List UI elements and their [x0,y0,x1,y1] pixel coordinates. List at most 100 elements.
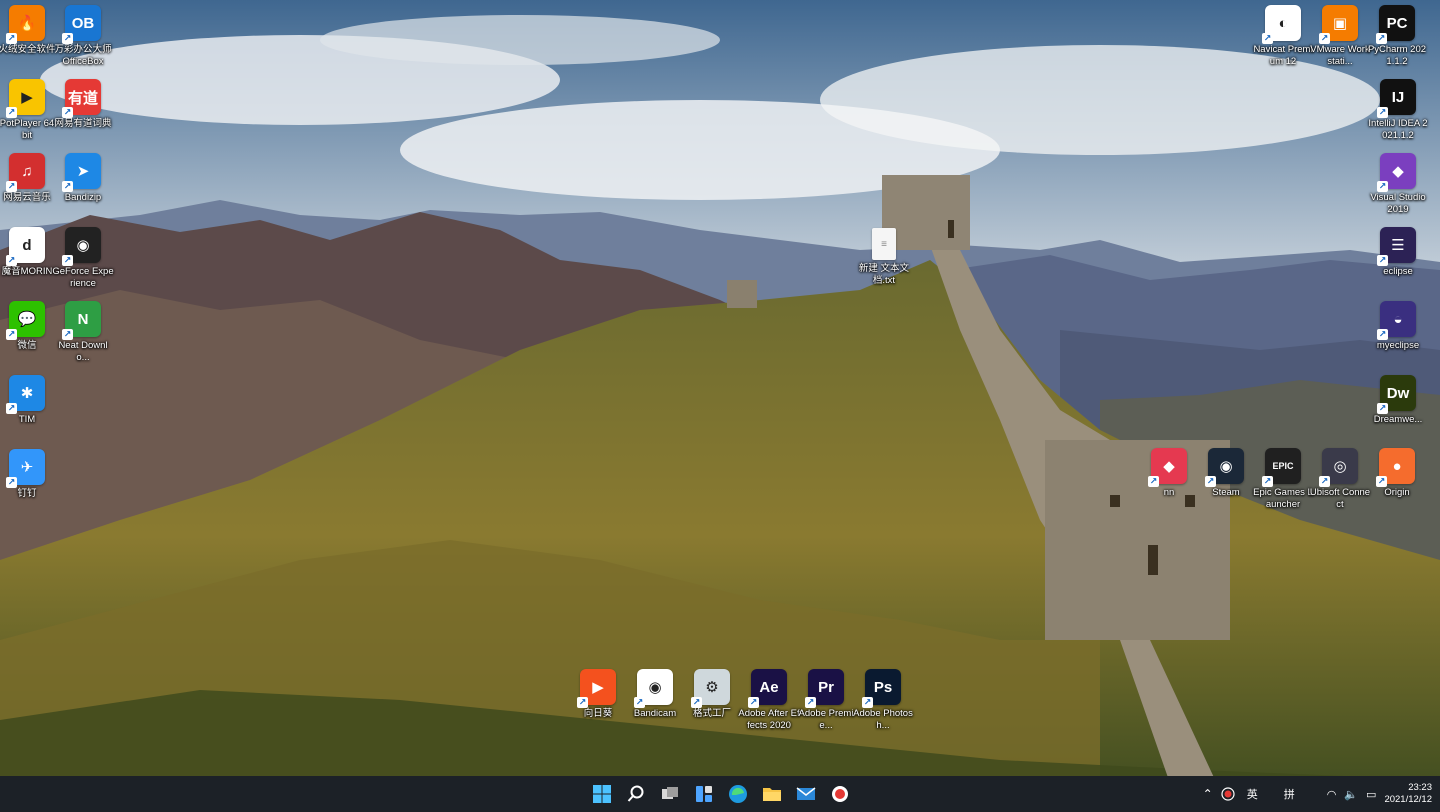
shortcut-arrow-icon: ↗ [1376,476,1387,487]
epic-games-icon: EPIC ↗ [1262,448,1301,487]
bandicam-taskbar-button[interactable] [826,780,854,808]
premiere-shortcut[interactable]: Pr ↗ Adobe Premie... [797,669,855,732]
shortcut-label: nn [1163,487,1175,498]
icon-glyph: ▶ [21,89,33,106]
clock[interactable]: 23:23 2021/12/12 [1384,782,1432,806]
navicat-shortcut[interactable]: ◐ ↗ Navicat Premium 12 [1253,5,1313,68]
ime-language[interactable]: 英 [1247,786,1258,802]
chevron-up-icon[interactable]: ⌃ [1203,787,1213,801]
volume-icon[interactable]: 🔈 [1344,788,1358,801]
battery-icon[interactable]: ▭ [1366,788,1376,801]
shortcut-arrow-icon: ↗ [634,697,645,708]
widgets-button[interactable] [690,780,718,808]
steam-shortcut[interactable]: ◉ ↗ Steam [1197,448,1255,499]
shortcut-label: Bandizip [64,192,102,203]
task-view-button[interactable] [656,780,684,808]
icon-glyph: ◉ [1219,458,1233,475]
morin-shortcut[interactable]: d ↗ 魔音MORIN [0,227,56,278]
text-file-label: 新建 文本文 档.txt [858,263,910,286]
eclipse-shortcut[interactable]: ☰ ↗ eclipse [1369,227,1427,278]
shortcut-arrow-icon: ↗ [62,107,73,118]
shortcut-arrow-icon: ↗ [1262,33,1273,44]
tim-shortcut[interactable]: ✱ ↗ TIM [0,375,56,426]
shortcut-arrow-icon: ↗ [6,403,17,414]
shortcut-arrow-icon: ↗ [62,255,73,266]
shortcut-label: VMware Workstati... [1310,44,1370,67]
shortcut-label: 火绒安全软件 [0,44,56,55]
mail-icon [796,787,816,800]
wifi-icon[interactable]: ◠ [1327,788,1337,801]
shortcut-arrow-icon: ↗ [1377,329,1388,340]
geforce-icon: ◉ ↗ [62,227,101,266]
icon-glyph: N [77,310,89,328]
officebox-shortcut[interactable]: OB ↗ 万彩办公大师 OfficeBox [54,5,112,68]
shortcut-arrow-icon: ↗ [1377,181,1388,192]
text-file-shortcut[interactable]: ≡ 新建 文本文 档.txt [855,228,913,287]
ubisoft-shortcut[interactable]: ◎ ↗ Ubisoft Connect [1310,448,1370,511]
icon-glyph: ◉ [76,237,90,254]
clock-date: 2021/12/12 [1384,794,1432,805]
bandizip-shortcut[interactable]: ➤ ↗ Bandizip [54,153,112,204]
after-effects-shortcut[interactable]: Ae ↗ Adobe After Effects 2020 [738,669,800,732]
bandicam-shortcut[interactable]: ◉ ↗ Bandicam [626,669,684,720]
ime-mode[interactable]: 拼 [1284,786,1295,802]
netease-music-shortcut[interactable]: ♫ ↗ 网易云音乐 [0,153,56,204]
task-view-icon [662,787,678,799]
icon-glyph: ◒ [1393,310,1403,328]
huorong-icon: 🔥 ↗ [6,5,45,44]
icon-glyph: OB [71,14,95,32]
edge-icon [729,785,747,803]
origin-shortcut[interactable]: ● ↗ Origin [1368,448,1426,499]
icon-glyph: ◐ [1278,14,1288,32]
neat-download-shortcut[interactable]: N ↗ Neat Downlo... [54,301,112,364]
system-tray: ⌃ 英 拼 ◠ 🔈 ▭ 23:23 2021/12/12 [1203,776,1432,812]
shortcut-arrow-icon: ↗ [62,181,73,192]
pycharm-icon: PC ↗ [1376,5,1415,44]
potplayer-shortcut[interactable]: ▶ ↗ PotPlayer 64 bit [0,79,56,142]
shortcut-label: 微信 [17,340,37,351]
record-icon [832,786,848,802]
geforce-shortcut[interactable]: ◉ ↗ GeForce Experience [52,227,114,290]
shortcut-label: 格式工厂 [692,708,731,719]
huorong-shortcut[interactable]: 🔥 ↗ 火绒安全软件 [0,5,56,56]
pycharm-shortcut[interactable]: PC ↗ PyCharm 2021.1.2 [1368,5,1426,68]
steam-icon: ◉ ↗ [1205,448,1244,487]
shortcut-label: Neat Downlo... [58,340,108,363]
icon-glyph: ♫ [21,162,33,180]
wechat-shortcut[interactable]: 💬 ↗ 微信 [0,301,56,352]
search-button[interactable] [622,780,650,808]
bandicam-icon: ◉ ↗ [634,669,673,708]
netease-music-icon: ♫ ↗ [6,153,45,192]
sunlogin-shortcut[interactable]: ▶ ↗ 向日葵 [569,669,627,720]
edge-button[interactable] [724,780,752,808]
icon-glyph: 💬 [17,311,37,328]
icon-glyph: ✈ [20,459,34,476]
shortcut-label: 网易云音乐 [3,192,51,203]
shortcut-label: eclipse [1383,266,1413,277]
myeclipse-shortcut[interactable]: ◒ ↗ myeclipse [1369,301,1427,352]
shortcut-arrow-icon: ↗ [1205,476,1216,487]
nn-shortcut[interactable]: ◆ ↗ nn [1140,448,1198,499]
intellij-shortcut[interactable]: IJ ↗ IntelliJ IDEA 2021.1.2 [1368,79,1428,142]
mail-button[interactable] [792,780,820,808]
sunlogin-icon: ▶ ↗ [577,669,616,708]
file-explorer-button[interactable] [758,780,786,808]
dingtalk-shortcut[interactable]: ✈ ↗ 钉钉 [0,449,56,500]
youdao-shortcut[interactable]: 有道 ↗ 网易有道词典 [54,79,112,130]
epic-games-shortcut[interactable]: EPIC ↗ Epic Games Launcher [1253,448,1313,511]
shortcut-label: Adobe After Effects 2020 [738,708,800,731]
shortcut-arrow-icon: ↗ [62,329,73,340]
origin-icon: ● ↗ [1376,448,1415,487]
shortcut-arrow-icon: ↗ [6,255,17,266]
shortcut-label: PyCharm 2021.1.2 [1367,44,1427,67]
icon-glyph: Ae [759,678,779,696]
visual-studio-shortcut[interactable]: ◆ ↗ Visual Studio 2019 [1369,153,1427,216]
vmware-shortcut[interactable]: ▣ ↗ VMware Workstati... [1310,5,1370,68]
format-factory-shortcut[interactable]: ⚙ ↗ 格式工厂 [683,669,741,720]
shortcut-arrow-icon: ↗ [6,107,17,118]
photoshop-shortcut[interactable]: Ps ↗ Adobe Photosh... [853,669,913,732]
shortcut-arrow-icon: ↗ [1319,33,1330,44]
start-button[interactable] [588,780,616,808]
dreamweaver-shortcut[interactable]: Dw ↗ Dreamwe... [1369,375,1427,426]
record-tray-icon[interactable] [1221,787,1235,801]
